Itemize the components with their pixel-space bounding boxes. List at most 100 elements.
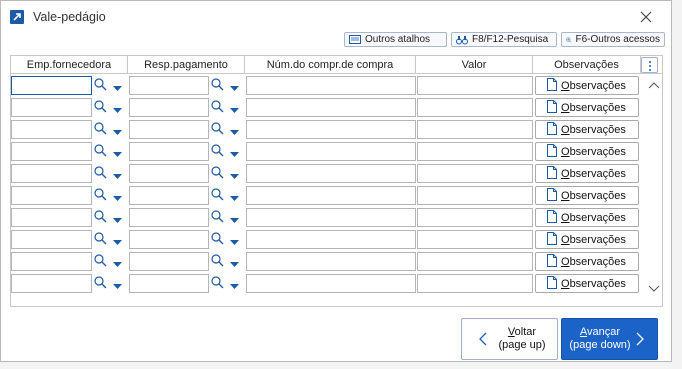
dropdown-arrow-icon[interactable] <box>113 215 122 227</box>
pesquisa-button[interactable]: F8/F12-Pesquisa <box>451 32 557 47</box>
resp-pagamento-input[interactable] <box>129 274 209 293</box>
resp-pagamento-input[interactable] <box>129 76 209 95</box>
valor-input[interactable] <box>417 142 533 161</box>
emp-fornecedora-input[interactable] <box>11 164 92 183</box>
column-header-observacoes[interactable]: Observações <box>533 56 641 74</box>
search-icon[interactable] <box>211 188 224 204</box>
dropdown-arrow-icon[interactable] <box>113 83 122 95</box>
emp-fornecedora-input[interactable] <box>11 120 92 139</box>
dropdown-arrow-icon[interactable] <box>113 127 122 139</box>
voltar-button[interactable]: Voltar (page up) <box>461 318 558 360</box>
dropdown-arrow-icon[interactable] <box>113 149 122 161</box>
resp-pagamento-input[interactable] <box>129 186 209 205</box>
search-icon[interactable] <box>94 144 107 160</box>
dropdown-arrow-icon[interactable] <box>230 83 239 95</box>
search-icon[interactable] <box>211 210 224 226</box>
observacoes-button[interactable]: Observações <box>535 230 639 249</box>
valor-input[interactable] <box>417 230 533 249</box>
search-icon[interactable] <box>94 166 107 182</box>
resp-pagamento-input[interactable] <box>129 120 209 139</box>
num-compr-compra-input[interactable] <box>246 252 416 271</box>
emp-fornecedora-input[interactable] <box>11 274 92 293</box>
valor-input[interactable] <box>417 252 533 271</box>
search-icon[interactable] <box>94 210 107 226</box>
column-header-num-compr-compra[interactable]: Núm.do compr.de compra <box>245 56 416 74</box>
column-options-icon[interactable] <box>641 57 658 73</box>
dropdown-arrow-icon[interactable] <box>113 105 122 117</box>
search-icon[interactable] <box>94 188 107 204</box>
resp-pagamento-input[interactable] <box>129 230 209 249</box>
outros-acessos-button[interactable]: F6-Outros acessos <box>561 32 665 47</box>
search-icon[interactable] <box>211 144 224 160</box>
resp-pagamento-input[interactable] <box>129 142 209 161</box>
valor-input[interactable] <box>417 186 533 205</box>
dropdown-arrow-icon[interactable] <box>230 171 239 183</box>
observacoes-button[interactable]: Observações <box>535 186 639 205</box>
num-compr-compra-input[interactable] <box>246 76 416 95</box>
dropdown-arrow-icon[interactable] <box>113 281 122 293</box>
observacoes-button[interactable]: Observações <box>535 252 639 271</box>
search-icon[interactable] <box>211 276 224 292</box>
dropdown-arrow-icon[interactable] <box>113 171 122 183</box>
dropdown-arrow-icon[interactable] <box>230 281 239 293</box>
column-header-valor[interactable]: Valor <box>416 56 533 74</box>
observacoes-button[interactable]: Observações <box>535 164 639 183</box>
scroll-up-icon[interactable] <box>648 80 660 92</box>
num-compr-compra-input[interactable] <box>246 98 416 117</box>
resp-pagamento-input[interactable] <box>129 252 209 271</box>
num-compr-compra-input[interactable] <box>246 186 416 205</box>
emp-fornecedora-input[interactable] <box>11 252 92 271</box>
observacoes-button[interactable]: Observações <box>535 274 639 293</box>
close-icon[interactable] <box>638 9 654 25</box>
search-icon[interactable] <box>94 100 107 116</box>
search-icon[interactable] <box>211 232 224 248</box>
search-icon[interactable] <box>94 276 107 292</box>
search-icon[interactable] <box>94 232 107 248</box>
emp-fornecedora-input[interactable] <box>11 98 92 117</box>
dropdown-arrow-icon[interactable] <box>113 259 122 271</box>
search-icon[interactable] <box>94 122 107 138</box>
resp-pagamento-input[interactable] <box>129 208 209 227</box>
search-icon[interactable] <box>211 166 224 182</box>
avancar-button[interactable]: Avançar (page down) <box>561 318 658 360</box>
dropdown-arrow-icon[interactable] <box>230 193 239 205</box>
num-compr-compra-input[interactable] <box>246 120 416 139</box>
dropdown-arrow-icon[interactable] <box>230 259 239 271</box>
search-icon[interactable] <box>211 100 224 116</box>
observacoes-button[interactable]: Observações <box>535 98 639 117</box>
valor-input[interactable] <box>417 120 533 139</box>
observacoes-button[interactable]: Observações <box>535 208 639 227</box>
valor-input[interactable] <box>417 274 533 293</box>
dropdown-arrow-icon[interactable] <box>230 127 239 139</box>
outros-atalhos-button[interactable]: Outros atalhos <box>344 32 447 47</box>
emp-fornecedora-input[interactable] <box>11 208 92 227</box>
dropdown-arrow-icon[interactable] <box>230 149 239 161</box>
search-icon[interactable] <box>94 78 107 94</box>
dropdown-arrow-icon[interactable] <box>230 215 239 227</box>
num-compr-compra-input[interactable] <box>246 230 416 249</box>
valor-input[interactable] <box>417 208 533 227</box>
valor-input[interactable] <box>417 164 533 183</box>
dropdown-arrow-icon[interactable] <box>113 193 122 205</box>
search-icon[interactable] <box>211 122 224 138</box>
num-compr-compra-input[interactable] <box>246 164 416 183</box>
emp-fornecedora-input[interactable] <box>11 76 92 95</box>
observacoes-button[interactable]: Observações <box>535 142 639 161</box>
emp-fornecedora-input[interactable] <box>11 186 92 205</box>
dropdown-arrow-icon[interactable] <box>230 237 239 249</box>
column-header-emp-fornecedora[interactable]: Emp.fornecedora <box>11 56 128 74</box>
emp-fornecedora-input[interactable] <box>11 230 92 249</box>
num-compr-compra-input[interactable] <box>246 142 416 161</box>
emp-fornecedora-input[interactable] <box>11 142 92 161</box>
search-icon[interactable] <box>211 78 224 94</box>
dropdown-arrow-icon[interactable] <box>113 237 122 249</box>
valor-input[interactable] <box>417 76 533 95</box>
num-compr-compra-input[interactable] <box>246 208 416 227</box>
search-icon[interactable] <box>94 254 107 270</box>
search-icon[interactable] <box>211 254 224 270</box>
scroll-down-icon[interactable] <box>648 284 660 296</box>
observacoes-button[interactable]: Observações <box>535 76 639 95</box>
resp-pagamento-input[interactable] <box>129 98 209 117</box>
dropdown-arrow-icon[interactable] <box>230 105 239 117</box>
column-header-resp-pagamento[interactable]: Resp.pagamento <box>128 56 245 74</box>
